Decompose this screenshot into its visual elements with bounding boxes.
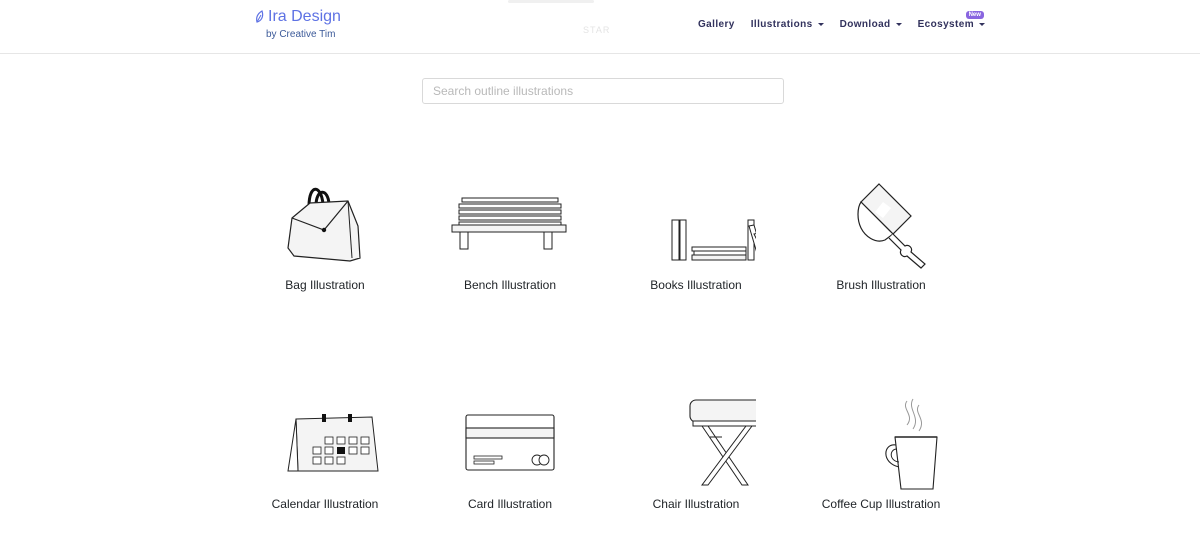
caret-down-icon [979, 23, 985, 26]
gallery-item-books[interactable]: Books Illustration [606, 178, 786, 292]
nav-download-label: Download [839, 19, 891, 30]
brand[interactable]: Ira Design by Creative Tim [254, 8, 341, 40]
brush-icon [857, 183, 926, 269]
header-ghost-text: STAR [583, 25, 611, 35]
books-icon [671, 219, 756, 261]
gallery-item-label: Bag Illustration [285, 278, 365, 292]
card-icon [465, 414, 555, 471]
nav-ecosystem-label: Ecosystem [917, 19, 974, 30]
caret-down-icon [817, 23, 824, 26]
coffee-cup-icon [885, 398, 938, 490]
nav-illustrations-label: Illustrations [750, 19, 813, 30]
caret-down-icon [895, 23, 902, 26]
nav-illustrations[interactable]: Illustrations [751, 19, 824, 30]
bench-icon [451, 197, 567, 250]
brand-title-row: Ira Design [254, 8, 341, 26]
brand-title: Ira Design [268, 8, 341, 25]
calendar-icon [287, 414, 379, 472]
nav-ecosystem[interactable]: Ecosystem New [917, 11, 985, 30]
brand-subtitle: by Creative Tim [266, 29, 336, 40]
gallery-item-bag[interactable]: Bag Illustration [235, 178, 415, 292]
main-nav: Gallery Illustrations Download Ecosystem… [698, 11, 1001, 30]
new-badge: New [965, 11, 984, 19]
nav-download[interactable]: Download [840, 19, 902, 30]
gallery-item-bench[interactable]: Bench Illustration [420, 178, 600, 292]
gallery-item-label: Coffee Cup Illustration [821, 497, 941, 511]
header-ghost-bar [508, 0, 594, 3]
gallery-item-label: Brush Illustration [836, 278, 926, 292]
gallery-item-label: Calendar Illustration [271, 497, 379, 511]
gallery-item-brush[interactable]: Brush Illustration [791, 178, 971, 292]
top-navbar: Ira Design by Creative Tim STAR Gallery … [0, 0, 1200, 54]
gallery-item-coffee-cup[interactable]: Coffee Cup Illustration [791, 397, 971, 511]
gallery-item-label: Chair Illustration [652, 497, 740, 511]
nav-gallery[interactable]: Gallery [698, 19, 735, 30]
gallery-item-chair[interactable]: Chair Illustration [606, 397, 786, 511]
search-input[interactable] [422, 78, 784, 104]
nav-gallery-label: Gallery [698, 19, 735, 30]
gallery-item-label: Card Illustration [467, 497, 553, 511]
leaf-logo-icon [256, 10, 264, 23]
bag-icon [287, 187, 361, 262]
gallery-item-calendar[interactable]: Calendar Illustration [235, 397, 415, 511]
gallery-item-card[interactable]: Card Illustration [420, 397, 600, 511]
gallery-item-label: Bench Illustration [463, 278, 557, 292]
gallery-item-label: Books Illustration [650, 278, 742, 292]
chair-icon [689, 399, 756, 486]
